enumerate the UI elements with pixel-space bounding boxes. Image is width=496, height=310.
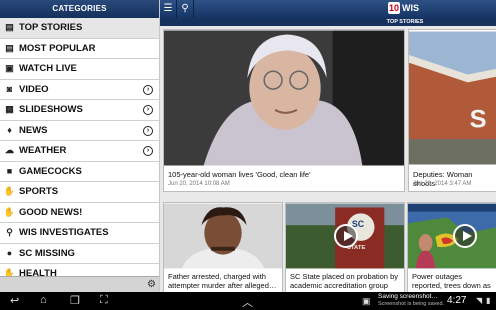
recent-apps-icon[interactable]: ❐ [70, 294, 80, 307]
section-title: TOP STORIES [386, 19, 424, 25]
thumbs-up-icon: ✋ [3, 206, 16, 217]
category-item[interactable]: ♦ NEWS › [0, 120, 159, 141]
story-date: Jun 20, 2014 3:47 AM [413, 181, 472, 187]
category-label: GAMECOCKS [19, 165, 82, 177]
newspaper-icon: ▤ [5, 22, 14, 33]
story-card[interactable]: Father arrested, charged with attempter … [163, 202, 283, 292]
newspaper-icon: ▤ [5, 42, 14, 53]
category-label: GOOD NEWS! [19, 206, 83, 218]
story-image-mugshot [164, 203, 282, 269]
category-item[interactable]: ▣ WATCH LIVE [0, 59, 159, 80]
wifi-icon: ◥ [476, 296, 483, 305]
system-navigation-bar: ↩ ⌂ ❐ ⛶ ︿ ▣ Saving screenshot… Screensho… [0, 292, 496, 310]
story-image-weather-radar [408, 203, 496, 269]
search-icon[interactable]: ⚲ [177, 0, 194, 18]
main-content: ☰ ⚲ 10 WIS TOP STORIES 105-year-old woma… [160, 0, 496, 292]
category-label: SLIDESHOWS [19, 104, 83, 116]
logo-text: WIS [402, 3, 420, 13]
story-card[interactable]: 105-year-old woman lives 'Good, clean li… [163, 29, 405, 192]
category-item[interactable]: ■ GAMECOCKS [0, 161, 159, 182]
chevron-right-icon[interactable]: › [143, 105, 153, 115]
story-headline: 105-year-old woman lives 'Good, clean li… [168, 170, 311, 179]
screenshot-icon[interactable]: ⛶ [100, 294, 108, 307]
notification-title: Saving screenshot… [378, 293, 438, 300]
category-item[interactable]: ✋ GOOD NEWS! [0, 202, 159, 223]
story-date: Jun 20, 2014 10:08 AM [168, 181, 230, 187]
category-label: TOP STORIES [19, 22, 83, 34]
chevron-right-icon[interactable]: › [143, 84, 153, 95]
section-bar: TOP STORIES [160, 18, 496, 26]
clock: 4:27 [447, 295, 467, 306]
category-item[interactable]: ▦ SLIDESHOWS › [0, 100, 159, 121]
story-card[interactable]: Power outages reported, trees down as se… [407, 202, 496, 292]
battery-icon: ▮ [486, 296, 491, 305]
screenshot-notification[interactable]: Saving screenshot… Screenshot is being s… [378, 293, 450, 308]
category-item[interactable]: ◙ VIDEO › [0, 79, 159, 100]
category-label: WIS INVESTIGATES [19, 227, 109, 239]
home-icon[interactable]: ⌂ [40, 294, 47, 306]
pin-icon: ● [6, 248, 13, 259]
microphone-icon: ♦ [7, 125, 12, 136]
category-item[interactable]: ☁ WEATHER › [0, 141, 159, 162]
logo-number: 10 [388, 2, 401, 14]
category-label: MOST POPULAR [19, 42, 96, 54]
app-toolbar: ☰ ⚲ 10 WIS [160, 0, 496, 18]
magnifier-icon: ⚲ [6, 227, 13, 238]
story-headline: Father arrested, charged with attempter … [168, 272, 277, 290]
story-image-building: S [409, 31, 496, 165]
sidebar-footer: ⚙ [0, 276, 159, 292]
story-card[interactable]: SC STATE SC State placed on probation by… [285, 202, 405, 292]
category-label: SC MISSING [19, 247, 75, 259]
category-item[interactable]: ▤ MOST POPULAR [0, 38, 159, 59]
category-label: WATCH LIVE [19, 63, 77, 75]
chevron-right-icon[interactable]: › [143, 125, 153, 136]
tv-icon: ▣ [5, 63, 14, 74]
category-list: ▤ TOP STORIES ▤ MOST POPULAR ▣ WATCH LIVE ◙ VID… [0, 18, 159, 285]
thumbs-up-icon: ✋ [3, 186, 16, 197]
story-headline: Power outages reported, trees down as se… [412, 272, 491, 292]
category-label: WEATHER [19, 145, 67, 157]
slideshow-icon: ▦ [5, 104, 14, 115]
play-video-icon[interactable] [453, 224, 477, 248]
categories-sidebar: CATEGORIES ▤ TOP STORIES ▤ MOST POPULAR ▣ WAT… [0, 0, 160, 292]
category-item[interactable]: ✋ SPORTS [0, 182, 159, 203]
category-label: SPORTS [19, 186, 59, 198]
category-label: VIDEO [19, 83, 49, 95]
chevron-right-icon[interactable]: › [143, 146, 153, 156]
category-item[interactable]: ⚲ WIS INVESTIGATES [0, 223, 159, 244]
back-icon[interactable]: ↩ [10, 294, 19, 307]
notification-subtitle: Screenshot is being saved. [378, 301, 445, 307]
settings-icon[interactable]: ⚙ [147, 279, 156, 290]
category-item[interactable]: ● SC MISSING [0, 243, 159, 264]
svg-text:S: S [470, 105, 487, 133]
gamecock-icon: ■ [6, 166, 13, 177]
category-label: NEWS [19, 124, 48, 136]
play-video-icon[interactable] [334, 224, 358, 248]
menu-icon[interactable]: ☰ [160, 0, 177, 18]
story-headline: SC State placed on probation by academic… [290, 272, 398, 290]
gallery-icon: ▣ [362, 296, 371, 306]
wis-logo: 10 WIS [388, 2, 419, 14]
category-item[interactable]: ▤ TOP STORIES [0, 18, 159, 39]
video-camera-icon: ◙ [6, 84, 13, 95]
story-card[interactable]: S Deputies: Woman shoots Jun 20, 2014 3:… [408, 29, 496, 192]
story-image-elderly-woman [164, 30, 404, 166]
categories-header: CATEGORIES [0, 0, 159, 18]
menu-up-icon[interactable]: ︿ [242, 294, 253, 310]
cloud-icon: ☁ [5, 145, 14, 156]
